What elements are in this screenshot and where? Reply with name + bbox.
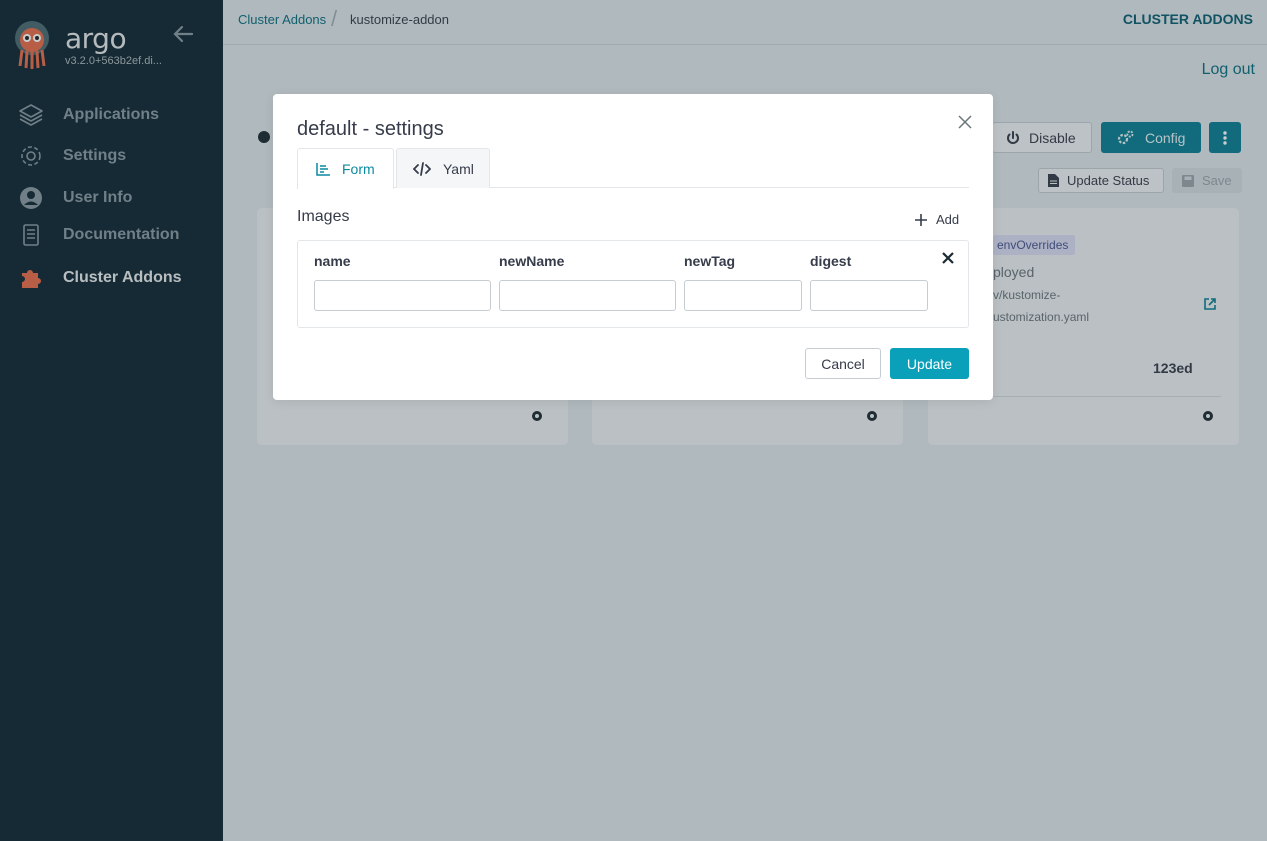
digest-input[interactable]: [810, 280, 928, 311]
newtag-input[interactable]: [684, 280, 802, 311]
code-icon: [413, 161, 431, 176]
tab-yaml[interactable]: Yaml: [396, 148, 490, 188]
add-image-button[interactable]: Add: [915, 212, 959, 227]
add-button-label: Add: [936, 212, 960, 227]
cancel-button[interactable]: Cancel: [805, 348, 881, 379]
tab-form[interactable]: Form: [297, 148, 394, 189]
field-label-digest: digest: [810, 253, 852, 269]
field-label-newtag: newTag: [684, 253, 736, 269]
tab-yaml-label: Yaml: [443, 160, 474, 177]
modal-tabs: Form Yaml: [297, 148, 969, 189]
modal-title: default - settings: [297, 118, 444, 140]
tab-form-label: Form: [342, 161, 375, 177]
name-input[interactable]: [314, 280, 491, 311]
remove-entry-icon[interactable]: [941, 251, 955, 265]
plus-icon: [915, 213, 927, 226]
form-icon: [316, 162, 330, 176]
settings-modal: default - settings Form Yaml Images Add …: [273, 94, 993, 400]
close-icon[interactable]: [957, 114, 973, 130]
newname-input[interactable]: [499, 280, 676, 311]
field-label-name: name: [314, 253, 351, 269]
section-title: Images: [297, 208, 350, 225]
field-label-newname: newName: [499, 253, 565, 269]
update-button[interactable]: Update: [890, 348, 969, 379]
image-entry: name newName newTag digest: [297, 240, 969, 328]
